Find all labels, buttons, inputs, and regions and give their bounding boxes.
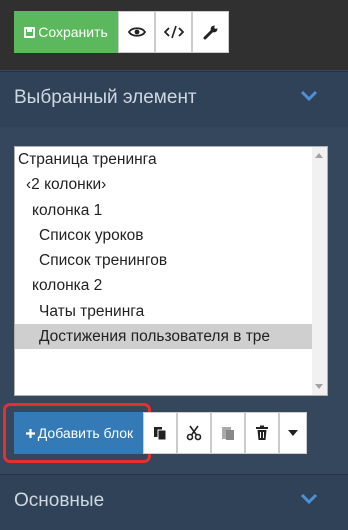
wrench-icon — [203, 25, 217, 40]
element-tree[interactable]: Страница тренинга ‹2 колонки› колонка 1 … — [14, 146, 328, 396]
selected-element-header[interactable]: Выбранный элемент — [0, 71, 348, 127]
settings-button[interactable] — [192, 11, 229, 53]
tree-item[interactable]: ‹2 колонки› — [15, 172, 313, 197]
more-dropdown-button[interactable] — [279, 412, 307, 454]
paste-icon — [222, 427, 234, 440]
code-button[interactable] — [155, 11, 192, 53]
cut-icon — [186, 425, 202, 441]
basic-header[interactable]: Основные — [0, 474, 348, 530]
tree-item[interactable]: колонка 1 — [15, 198, 313, 223]
save-icon — [24, 26, 36, 38]
tree-item[interactable]: Страница тренинга — [15, 147, 313, 172]
trash-icon — [256, 425, 268, 440]
add-block-label: Добавить блок — [37, 425, 134, 441]
tree-item[interactable]: Список тренингов — [15, 248, 313, 273]
plus-icon — [25, 428, 35, 438]
paste-button[interactable] — [211, 412, 245, 454]
add-block-button[interactable]: Добавить блок — [14, 412, 144, 454]
scroll-up-icon[interactable] — [315, 153, 323, 158]
chevron-down-icon[interactable] — [300, 491, 318, 505]
copy-icon — [154, 427, 167, 441]
tree-list: Страница тренинга ‹2 колонки› колонка 1 … — [15, 147, 313, 395]
caret-down-icon — [288, 430, 298, 436]
tree-item[interactable]: Чаты тренинга — [15, 299, 313, 324]
copy-button[interactable] — [143, 412, 177, 454]
tree-item[interactable]: колонка 2 — [15, 273, 313, 298]
code-icon — [163, 25, 184, 39]
save-label: Сохранить — [38, 24, 108, 40]
eye-icon — [127, 27, 146, 37]
chevron-down-icon[interactable] — [300, 88, 318, 102]
delete-button[interactable] — [245, 412, 279, 454]
tree-item-selected[interactable]: Достижения пользователя в тре — [15, 324, 313, 350]
tree-item[interactable]: Список уроков — [15, 223, 313, 248]
top-toolbar: Сохранить — [0, 0, 348, 70]
basic-title: Основные — [14, 490, 105, 511]
selected-element-title: Выбранный элемент — [14, 87, 197, 108]
cut-button[interactable] — [177, 412, 211, 454]
preview-button[interactable] — [118, 11, 155, 53]
tree-scrollbar[interactable] — [312, 147, 327, 395]
save-button[interactable]: Сохранить — [14, 11, 118, 53]
scroll-down-icon[interactable] — [315, 384, 323, 389]
